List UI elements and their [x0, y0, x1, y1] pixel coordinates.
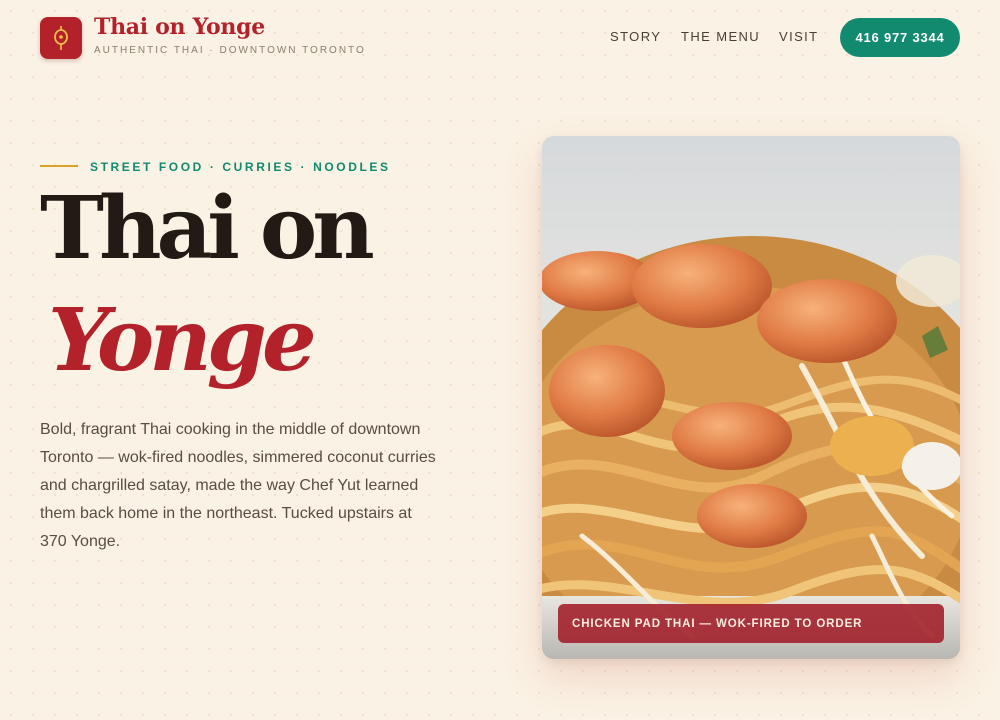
hero-title-line1: Thai on — [40, 178, 375, 279]
hero-food-photo — [542, 136, 960, 659]
pad-thai-illustration — [542, 136, 960, 659]
eyebrow-divider — [40, 165, 78, 167]
hero-description: Bold, fragrant Thai cooking in the middl… — [40, 421, 436, 550]
brand-name[interactable]: Thai on Yonge — [94, 14, 265, 40]
nav-visit[interactable]: VISIT — [779, 29, 819, 44]
hero-eyebrow: STREET FOOD · CURRIES · NOODLES — [90, 160, 391, 174]
logo-badge[interactable] — [40, 17, 82, 59]
lantern-icon — [54, 26, 68, 50]
nav-story[interactable]: STORY — [610, 29, 661, 44]
phone-call-button[interactable]: 416 977 3344 — [840, 18, 960, 57]
brand-tagline: AUTHENTIC THAI · DOWNTOWN TORONTO — [94, 45, 366, 56]
photo-caption: CHICKEN PAD THAI — WOK-FIRED TO ORDER — [558, 604, 944, 643]
nav-the-menu[interactable]: THE MENU — [681, 29, 760, 44]
hero-title-line2: Yonge — [48, 290, 317, 391]
